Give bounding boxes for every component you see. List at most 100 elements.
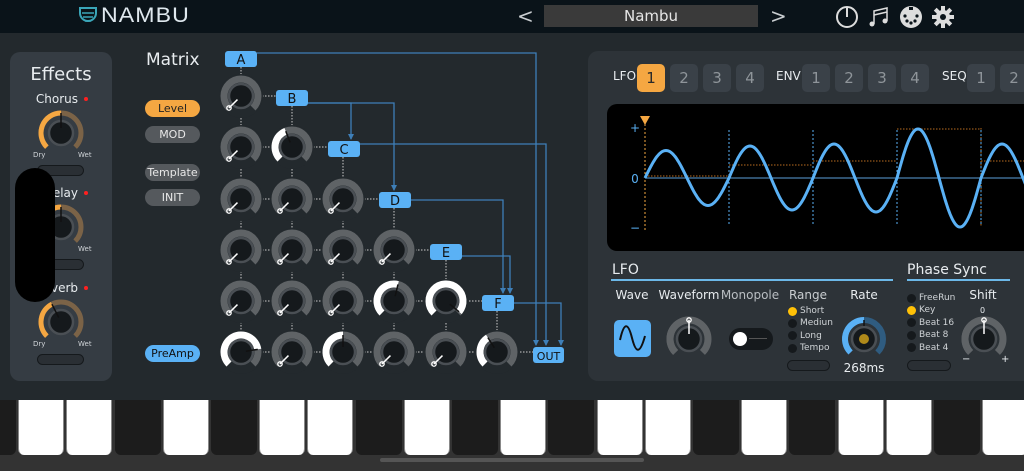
tab-seq-1[interactable]: 1 <box>967 64 995 92</box>
white-key[interactable] <box>66 400 113 455</box>
routing-arrow-icon <box>543 340 549 346</box>
white-key[interactable] <box>982 400 1024 455</box>
matrix-knob[interactable] <box>372 279 416 323</box>
seq-tabs-label: SEQ <box>942 69 967 83</box>
tab-lfo-1[interactable]: 1 <box>637 64 665 92</box>
matrix-knob[interactable] <box>321 228 365 272</box>
white-key[interactable] <box>18 400 65 455</box>
white-key[interactable] <box>837 400 884 455</box>
matrix-knob[interactable] <box>372 228 416 272</box>
lfo-tabs-label: LFO <box>613 69 637 83</box>
lfo-section-title: LFO <box>612 262 639 278</box>
matrix-knob[interactable] <box>219 279 263 323</box>
routing-arrow-icon <box>348 134 354 140</box>
routing-arrow-icon <box>500 288 506 294</box>
matrix-knob[interactable] <box>219 177 263 221</box>
matrix-knob[interactable] <box>270 330 314 374</box>
matrix-knob[interactable] <box>219 74 263 118</box>
white-key[interactable] <box>259 400 306 455</box>
matrix-knob[interactable] <box>321 330 365 374</box>
axis-label-plus: + <box>630 121 640 135</box>
tab-env-4[interactable]: 4 <box>901 64 929 92</box>
black-key[interactable] <box>211 400 257 455</box>
matrix-grid: A B C D E F OUT <box>219 51 564 374</box>
playhead-marker-icon <box>640 116 650 125</box>
routing-arrow-icon <box>391 185 397 191</box>
rate-knob[interactable] <box>842 317 886 355</box>
matrix-knob[interactable] <box>219 228 263 272</box>
operator-c[interactable]: C <box>328 141 360 158</box>
lfo-waveform-display: +0 − <box>607 104 1024 251</box>
music-notes-icon[interactable] <box>867 5 891 29</box>
white-key[interactable] <box>500 400 547 455</box>
white-key[interactable] <box>596 400 643 455</box>
matrix-knob[interactable] <box>270 177 314 221</box>
operator-a[interactable]: A <box>225 51 257 68</box>
matrix-knob[interactable] <box>424 279 468 323</box>
matrix-knob[interactable] <box>270 125 314 169</box>
operator-f[interactable]: F <box>482 295 514 312</box>
black-key[interactable] <box>789 400 836 455</box>
tab-lfo-2[interactable]: 2 <box>670 64 698 92</box>
tab-lfo-3[interactable]: 3 <box>703 64 731 92</box>
out-label: OUT <box>537 350 561 363</box>
keyboard-scrollbar[interactable] <box>380 458 644 462</box>
matrix-knob[interactable] <box>424 330 468 374</box>
lfo-knobs <box>666 316 1007 355</box>
operator-label: F <box>494 297 501 312</box>
matrix-knob[interactable] <box>219 330 263 374</box>
operator-label: E <box>442 246 450 261</box>
white-key[interactable] <box>162 400 209 455</box>
tab-env-2[interactable]: 2 <box>835 64 863 92</box>
midi-icon[interactable] <box>899 5 923 29</box>
white-key[interactable] <box>741 400 788 455</box>
routing-line <box>513 302 562 345</box>
shift-knob[interactable] <box>961 316 1007 355</box>
operator-label: D <box>390 194 400 209</box>
tab-lfo-4[interactable]: 4 <box>736 64 764 92</box>
white-key[interactable] <box>403 400 450 455</box>
operator-label: B <box>288 92 297 107</box>
white-key[interactable] <box>307 400 354 455</box>
phase-sync-underline <box>907 279 1010 281</box>
tab-env-1[interactable]: 1 <box>802 64 830 92</box>
routing-line <box>308 102 352 139</box>
routing-arrow-icon <box>558 340 564 346</box>
white-key[interactable] <box>885 400 932 455</box>
matrix-knob[interactable] <box>475 330 519 374</box>
matrix-knob[interactable] <box>321 177 365 221</box>
waveform-knob[interactable] <box>666 316 712 355</box>
matrix-knob[interactable] <box>219 125 263 169</box>
routing-arrow-icon <box>533 340 539 346</box>
operator-e[interactable]: E <box>430 244 462 261</box>
operator-b[interactable]: B <box>276 90 308 107</box>
operator-label: C <box>339 143 348 158</box>
black-key[interactable] <box>0 400 16 455</box>
lfo-underline <box>611 279 893 281</box>
power-icon[interactable] <box>835 5 859 29</box>
axis-label-minus: − <box>630 221 640 235</box>
occlusion-blob <box>15 168 55 302</box>
matrix-knob[interactable] <box>321 279 365 323</box>
matrix-knob[interactable] <box>270 279 314 323</box>
black-key[interactable] <box>452 400 498 455</box>
env-tabs-label: ENV <box>776 69 801 83</box>
tab-seq-2[interactable]: 2 <box>1000 64 1024 92</box>
gear-icon[interactable] <box>931 5 955 29</box>
phase-sync-title: Phase Sync <box>907 262 987 278</box>
routing-arrow-icon <box>507 288 513 294</box>
operator-label: A <box>237 53 246 68</box>
white-key[interactable] <box>644 400 691 455</box>
black-key[interactable] <box>934 400 980 455</box>
axis-label-zero: 0 <box>631 172 639 186</box>
black-key[interactable] <box>548 400 595 455</box>
matrix-knob[interactable] <box>270 228 314 272</box>
next-preset-button[interactable]: > <box>770 4 787 28</box>
black-key[interactable] <box>114 400 161 455</box>
matrix-knob[interactable] <box>372 330 416 374</box>
out-node[interactable]: OUT <box>533 347 564 363</box>
black-key[interactable] <box>693 400 739 455</box>
black-key[interactable] <box>355 400 402 455</box>
operator-d[interactable]: D <box>379 192 411 209</box>
tab-env-3[interactable]: 3 <box>868 64 896 92</box>
